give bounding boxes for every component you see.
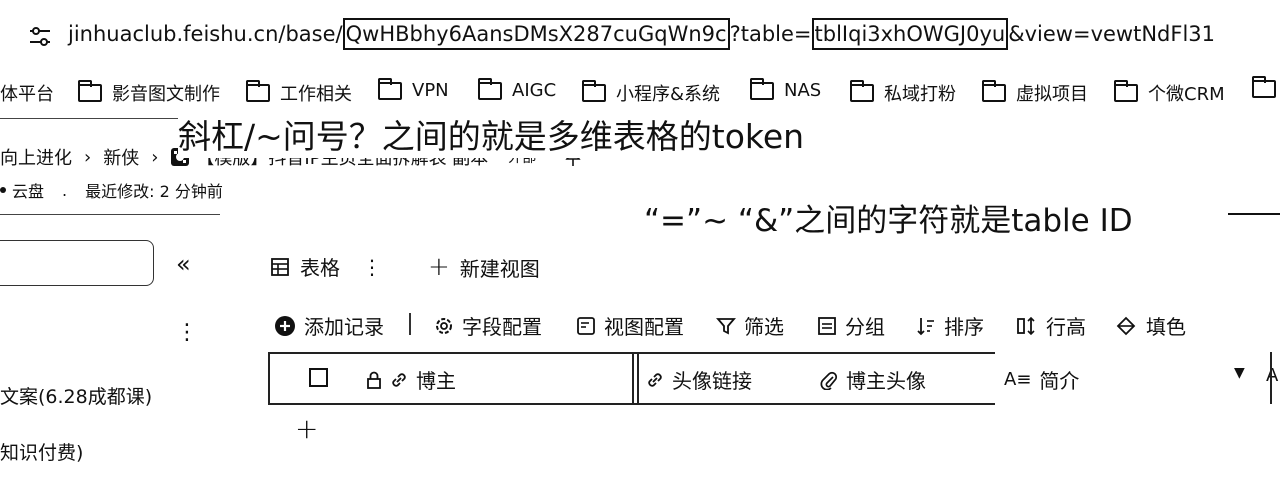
location-label[interactable]: 云盘 bbox=[12, 178, 44, 202]
url-middle: ?table= bbox=[729, 22, 812, 46]
plus-circle-icon bbox=[274, 315, 296, 337]
bookmark-item[interactable]: 个微CRM bbox=[1114, 80, 1225, 106]
grid-divider bbox=[1270, 352, 1272, 404]
gear-icon bbox=[434, 316, 454, 336]
more-options-icon[interactable]: ⋮ bbox=[176, 322, 198, 344]
separator-dot: . bbox=[62, 180, 68, 200]
folder-icon bbox=[246, 80, 270, 102]
folder-icon bbox=[78, 80, 102, 102]
add-record-button[interactable]: 添加记录 bbox=[274, 311, 384, 340]
grid-view-icon bbox=[270, 257, 290, 277]
annotation-token-note: 斜杠/~问号？之间的就是多维表格的token bbox=[178, 110, 805, 158]
paint-bucket-icon bbox=[1116, 316, 1138, 336]
folder-icon bbox=[378, 77, 402, 100]
annotation-underline bbox=[1228, 213, 1280, 215]
bookmark-item[interactable]: 工作相关 bbox=[246, 80, 352, 106]
breadcrumb-item[interactable]: 新侠 bbox=[103, 144, 139, 170]
last-modified: 最近修改: 2 分钟前 bbox=[85, 182, 223, 201]
plus-icon: + bbox=[428, 252, 450, 282]
row-height-button[interactable]: 行高 bbox=[1016, 311, 1086, 340]
grid-divider bbox=[632, 352, 634, 404]
text-field-icon: A bbox=[1266, 365, 1279, 386]
collapse-sidebar-icon[interactable]: « bbox=[176, 250, 191, 278]
add-row-button[interactable]: + bbox=[295, 412, 318, 445]
url-token-highlight: QwHBbhy6AansDMsX287cuGqWn9c bbox=[342, 18, 730, 50]
address-bar[interactable]: jinhuaclub.feishu.cn/base/QwHBbhy6AansDM… bbox=[0, 0, 1280, 72]
row-height-icon bbox=[1016, 316, 1038, 336]
tab-table-view[interactable]: 表格 ⋮ bbox=[270, 252, 382, 281]
url-suffix: &view=vewtNdFl31 bbox=[1008, 22, 1215, 46]
toolbar-divider bbox=[409, 313, 411, 335]
new-view-button[interactable]: + 新建视图 bbox=[428, 252, 540, 282]
sidebar-table-item[interactable]: 知识付费) bbox=[0, 438, 83, 465]
cloud-drive-icon bbox=[0, 187, 6, 193]
folder-icon bbox=[750, 77, 774, 100]
folder-icon bbox=[850, 80, 874, 102]
bookmark-item[interactable]: 私域打粉 bbox=[850, 80, 956, 106]
folder-icon bbox=[478, 77, 502, 100]
view-config-button[interactable]: 视图配置 bbox=[576, 311, 684, 340]
filter-icon bbox=[716, 316, 736, 336]
grid-divider bbox=[268, 352, 270, 404]
folder-icon bbox=[982, 80, 1006, 102]
bookmarks-bar: 体平台 影音图文制作 工作相关 VPN AIGC 小程序&系统 NAS 私域打粉… bbox=[0, 76, 1280, 110]
bookmark-item[interactable]: NAS bbox=[750, 77, 821, 101]
column-header-avatar-link[interactable]: 头像链接 bbox=[646, 365, 752, 394]
column-header-blogger[interactable]: 博主 bbox=[366, 365, 456, 394]
divider bbox=[0, 118, 178, 119]
field-config-button[interactable]: 字段配置 bbox=[434, 311, 542, 340]
divider bbox=[0, 214, 220, 215]
grid-divider bbox=[637, 352, 639, 404]
chevron-right-icon: › bbox=[84, 146, 92, 168]
link-icon bbox=[390, 371, 408, 389]
link-icon bbox=[646, 371, 664, 389]
tab-label: 表格 bbox=[300, 256, 340, 280]
bookmark-item[interactable]: 体平台 bbox=[0, 80, 54, 106]
chevron-right-icon: › bbox=[151, 146, 159, 168]
folder-icon bbox=[582, 80, 606, 102]
bookmark-item[interactable]: 小程序&系统 bbox=[582, 80, 720, 106]
column-header-blogger-avatar[interactable]: 博主头像 bbox=[820, 365, 926, 394]
column-header-next[interactable]: A bbox=[1266, 365, 1278, 386]
annotation-table-id-note: “=”~ “&”之间的字符就是table ID bbox=[644, 203, 1133, 239]
new-view-label: 新建视图 bbox=[459, 256, 540, 281]
attachment-icon bbox=[820, 370, 838, 390]
group-icon bbox=[817, 316, 837, 336]
document-meta: 云盘 . 最近修改: 2 分钟前 bbox=[0, 178, 223, 202]
bookmark-item[interactable]: AIGC bbox=[478, 77, 556, 101]
sort-icon bbox=[916, 316, 936, 336]
sidebar-table-item[interactable]: 文案(6.28成都课) bbox=[0, 382, 152, 409]
bookmark-item[interactable]: 虚拟项目 bbox=[982, 80, 1088, 106]
select-all-checkbox[interactable] bbox=[309, 368, 328, 387]
url-table-id-highlight: tblIqi3xhOWGJ0yu bbox=[811, 18, 1009, 50]
breadcrumb-item[interactable]: 向上进化 bbox=[0, 144, 72, 170]
url-text[interactable]: jinhuaclub.feishu.cn/base/QwHBbhy6AansDM… bbox=[68, 18, 1215, 50]
view-more-icon[interactable]: ⋮ bbox=[362, 255, 382, 279]
lock-icon bbox=[366, 371, 382, 389]
sidebar-search-input[interactable] bbox=[0, 240, 154, 286]
bookmark-item[interactable] bbox=[1252, 76, 1276, 98]
column-header-intro[interactable]: A≡ 简介 bbox=[1004, 365, 1079, 394]
group-button[interactable]: 分组 bbox=[817, 311, 885, 340]
view-config-icon bbox=[576, 316, 596, 336]
fill-color-button[interactable]: 填色 bbox=[1116, 311, 1186, 340]
bookmark-item[interactable]: 影音图文制作 bbox=[78, 80, 220, 106]
bookmark-item[interactable]: VPN bbox=[378, 77, 449, 101]
folder-icon bbox=[1252, 76, 1276, 98]
text-field-icon: A≡ bbox=[1004, 369, 1032, 390]
column-dropdown-icon[interactable]: ▼ bbox=[1234, 365, 1245, 381]
filter-button[interactable]: 筛选 bbox=[716, 311, 784, 340]
site-settings-icon[interactable] bbox=[28, 26, 52, 48]
url-prefix: jinhuaclub.feishu.cn/base/ bbox=[68, 22, 343, 46]
sort-button[interactable]: 排序 bbox=[916, 311, 984, 340]
folder-icon bbox=[1114, 80, 1138, 102]
